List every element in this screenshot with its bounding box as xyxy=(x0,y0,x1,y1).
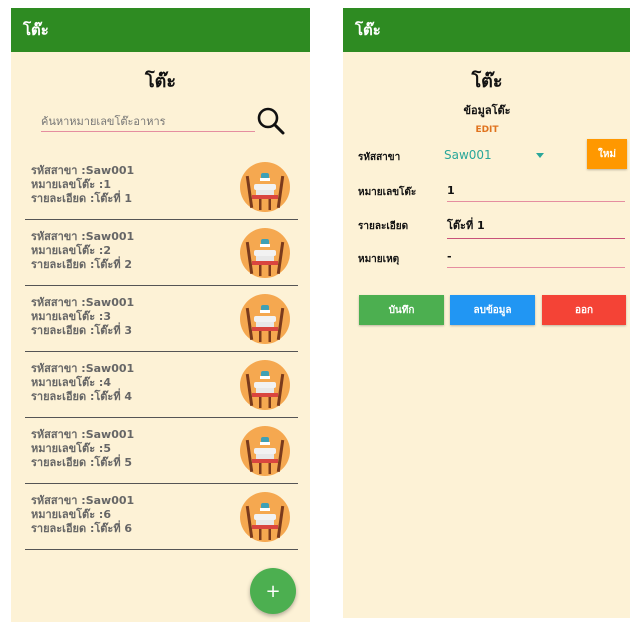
table-chairs-icon xyxy=(240,360,290,410)
item-number: หมายเลขโต๊ะ :5 xyxy=(31,442,111,455)
table-chairs-icon xyxy=(240,426,290,476)
table-chairs-icon xyxy=(240,228,290,278)
item-branch: รหัสสาขา :Saw001 xyxy=(31,230,135,243)
app-bar-title: โต๊ะ xyxy=(355,21,381,39)
note-field[interactable]: - xyxy=(447,250,625,268)
item-number: หมายเลขโต๊ะ :3 xyxy=(31,310,111,323)
table-chairs-icon xyxy=(240,162,290,212)
table-list-item[interactable]: รหัสสาขา :Saw001 หมายเลขโต๊ะ :1 รายละเอี… xyxy=(25,154,298,220)
item-text: รหัสสาขา :Saw001 หมายเลขโต๊ะ :1 รายละเอี… xyxy=(31,164,134,206)
item-text: รหัสสาขา :Saw001 หมายเลขโต๊ะ :6 รายละเอี… xyxy=(31,494,134,536)
item-detail: รายละเอียด :โต๊ะที่ 1 xyxy=(31,192,133,205)
plus-icon: + xyxy=(265,580,281,602)
item-text: รหัสสาขา :Saw001 หมายเลขโต๊ะ :4 รายละเอี… xyxy=(31,362,134,404)
table-list-screen: โต๊ะ โต๊ะ รหัสสาขา :Saw001 หมายเลขโต๊ะ :… xyxy=(11,8,310,622)
table-list-item[interactable]: รหัสสาขา :Saw001 หมายเลขโต๊ะ :4 รายละเอี… xyxy=(25,352,298,418)
table-no-label: หมายเลขโต๊ะ xyxy=(358,187,417,198)
search-row xyxy=(11,103,310,143)
table-list-item[interactable]: รหัสสาขา :Saw001 หมายเลขโต๊ะ :6 รายละเอี… xyxy=(25,484,298,550)
item-number: หมายเลขโต๊ะ :4 xyxy=(31,376,111,389)
item-text: รหัสสาขา :Saw001 หมายเลขโต๊ะ :2 รายละเอี… xyxy=(31,230,134,272)
new-button-label: ใหม่ xyxy=(597,148,617,160)
new-button[interactable]: ใหม่ xyxy=(587,139,627,169)
item-text: รหัสสาขา :Saw001 หมายเลขโต๊ะ :3 รายละเอี… xyxy=(31,296,134,338)
delete-button-label: ลบข้อมูล xyxy=(473,304,512,316)
table-list-item[interactable]: รหัสสาขา :Saw001 หมายเลขโต๊ะ :5 รายละเอี… xyxy=(25,418,298,484)
item-detail: รายละเอียด :โต๊ะที่ 6 xyxy=(31,522,133,535)
branch-dropdown[interactable]: Saw001 xyxy=(444,148,544,162)
mode-label: EDIT xyxy=(475,125,499,135)
detail-label: รายละเอียด xyxy=(358,221,409,232)
form-subtitle: ข้อมูลโต๊ะ xyxy=(463,104,511,117)
item-branch: รหัสสาขา :Saw001 xyxy=(31,428,135,441)
table-list-item[interactable]: รหัสสาขา :Saw001 หมายเลขโต๊ะ :2 รายละเอี… xyxy=(25,220,298,286)
item-branch: รหัสสาขา :Saw001 xyxy=(31,362,135,375)
table-list: รหัสสาขา :Saw001 หมายเลขโต๊ะ :1 รายละเอี… xyxy=(25,154,298,550)
item-detail: รายละเอียด :โต๊ะที่ 5 xyxy=(31,456,133,469)
dropdown-arrow-icon xyxy=(536,153,544,158)
save-button[interactable]: บันทึก xyxy=(359,295,444,325)
app-bar: โต๊ะ xyxy=(343,8,630,52)
page-title: โต๊ะ xyxy=(144,71,177,92)
detail-field[interactable]: โต๊ะที่ 1 xyxy=(447,216,625,239)
note-label: หมายเหตุ xyxy=(358,254,400,265)
page-title: โต๊ะ xyxy=(471,71,503,92)
table-list-item[interactable]: รหัสสาขา :Saw001 หมายเลขโต๊ะ :3 รายละเอี… xyxy=(25,286,298,352)
delete-button[interactable]: ลบข้อมูล xyxy=(450,295,535,325)
item-text: รหัสสาขา :Saw001 หมายเลขโต๊ะ :5 รายละเอี… xyxy=(31,428,134,470)
table-chairs-icon xyxy=(240,492,290,542)
item-branch: รหัสสาขา :Saw001 xyxy=(31,494,135,507)
app-bar-title: โต๊ะ xyxy=(23,21,49,39)
exit-button[interactable]: ออก xyxy=(542,295,626,325)
item-detail: รายละเอียด :โต๊ะที่ 3 xyxy=(31,324,133,337)
item-branch: รหัสสาขา :Saw001 xyxy=(31,296,135,309)
search-icon[interactable] xyxy=(255,105,287,137)
app-bar: โต๊ะ xyxy=(11,8,310,52)
item-number: หมายเลขโต๊ะ :6 xyxy=(31,508,111,521)
branch-label: รหัสสาขา xyxy=(358,152,401,163)
table-chairs-icon xyxy=(240,294,290,344)
item-number: หมายเลขโต๊ะ :2 xyxy=(31,244,111,257)
item-number: หมายเลขโต๊ะ :1 xyxy=(31,178,111,191)
item-detail: รายละเอียด :โต๊ะที่ 4 xyxy=(31,390,133,403)
add-table-button[interactable]: + xyxy=(250,568,296,614)
save-button-label: บันทึก xyxy=(388,304,415,316)
table-no-field[interactable]: 1 xyxy=(447,184,625,202)
item-detail: รายละเอียด :โต๊ะที่ 2 xyxy=(31,258,133,271)
branch-value: Saw001 xyxy=(444,148,492,162)
search-input[interactable] xyxy=(41,113,255,132)
exit-button-label: ออก xyxy=(574,304,594,316)
item-branch: รหัสสาขา :Saw001 xyxy=(31,164,135,177)
table-edit-screen: โต๊ะ โต๊ะ ข้อมูลโต๊ะ EDIT รหัสสาขา Saw00… xyxy=(343,8,630,618)
